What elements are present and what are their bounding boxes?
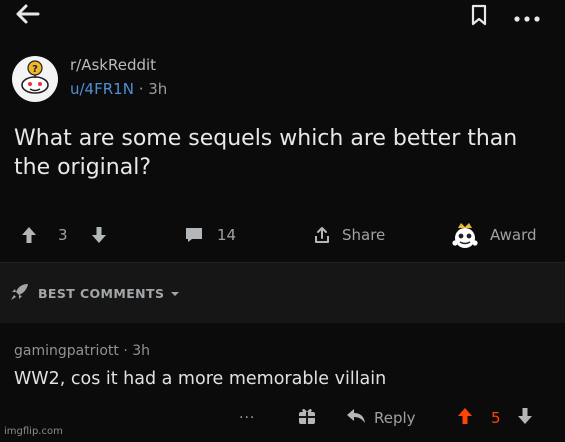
reply-button[interactable]: Reply [346,403,416,433]
arrow-up-icon [456,406,474,430]
comment-upvote-button[interactable] [456,403,474,433]
comment: gamingpatriott · 3h WW2, cos it had a mo… [0,323,565,442]
post-header: ? r/AskReddit u/4FR1N · 3h [12,52,552,106]
watermark: imgflip.com [4,426,63,437]
reply-label: Reply [374,409,416,427]
askreddit-icon: ? [13,57,57,101]
comment-age: 3h [132,343,151,359]
comment-more-button[interactable]: ··· [239,403,255,433]
more-horizontal-icon [513,8,541,27]
svg-text:?: ? [32,64,38,75]
comment-award-button[interactable] [297,403,317,433]
comment-downvote-button[interactable] [516,403,534,433]
award-button[interactable]: Award [450,218,537,252]
comment-score: 5 [491,409,501,427]
comments-button[interactable]: 14 [184,218,236,252]
post-vote-count: 3 [58,226,68,244]
post-byline: u/4FR1N · 3h [70,80,167,98]
comment-body: WW2, cos it had a more memorable villain [14,369,387,389]
arrow-down-icon [90,225,108,245]
subreddit-name[interactable]: r/AskReddit [70,56,156,74]
arrow-up-icon [20,225,38,245]
bookmark-icon [470,4,488,30]
share-icon [312,225,332,245]
arrow-left-icon [14,3,40,29]
app-frame: ? r/AskReddit u/4FR1N · 3h What are some… [0,0,565,442]
rocket-icon [10,283,30,304]
post-title: What are some sequels which are better t… [14,126,518,180]
post-age: 3h [148,80,168,98]
award-icon [450,221,480,249]
chevron-down-icon [170,286,180,301]
more-options-button[interactable] [510,4,544,30]
comment-icon [184,226,204,244]
arrow-down-icon [516,406,534,430]
upvote-button[interactable] [20,218,38,252]
comment-meta-separator: · [118,343,133,359]
subreddit-avatar[interactable]: ? [12,56,58,102]
top-bar [0,0,565,38]
reply-icon [346,408,366,428]
comment-meta: gamingpatriott · 3h [14,343,150,359]
save-button[interactable] [466,4,492,30]
gift-icon [297,406,317,430]
downvote-button[interactable] [90,218,108,252]
comment-action-bar: ··· Reply 5 [0,403,565,433]
sort-dropdown[interactable]: BEST COMMENTS [10,281,180,305]
sort-label: BEST COMMENTS [38,285,165,301]
share-label: Share [342,226,386,244]
comment-author[interactable]: gamingpatriott [14,343,119,359]
share-button[interactable]: Share [312,218,385,252]
post-author[interactable]: u/4FR1N [70,80,134,98]
back-button[interactable] [10,2,44,30]
comment-count: 14 [217,226,237,244]
post-action-bar: 3 14 Share Award [0,218,565,252]
comment-sort-bar: BEST COMMENTS [0,263,565,323]
byline-separator: · [133,80,149,98]
award-label: Award [490,226,537,244]
